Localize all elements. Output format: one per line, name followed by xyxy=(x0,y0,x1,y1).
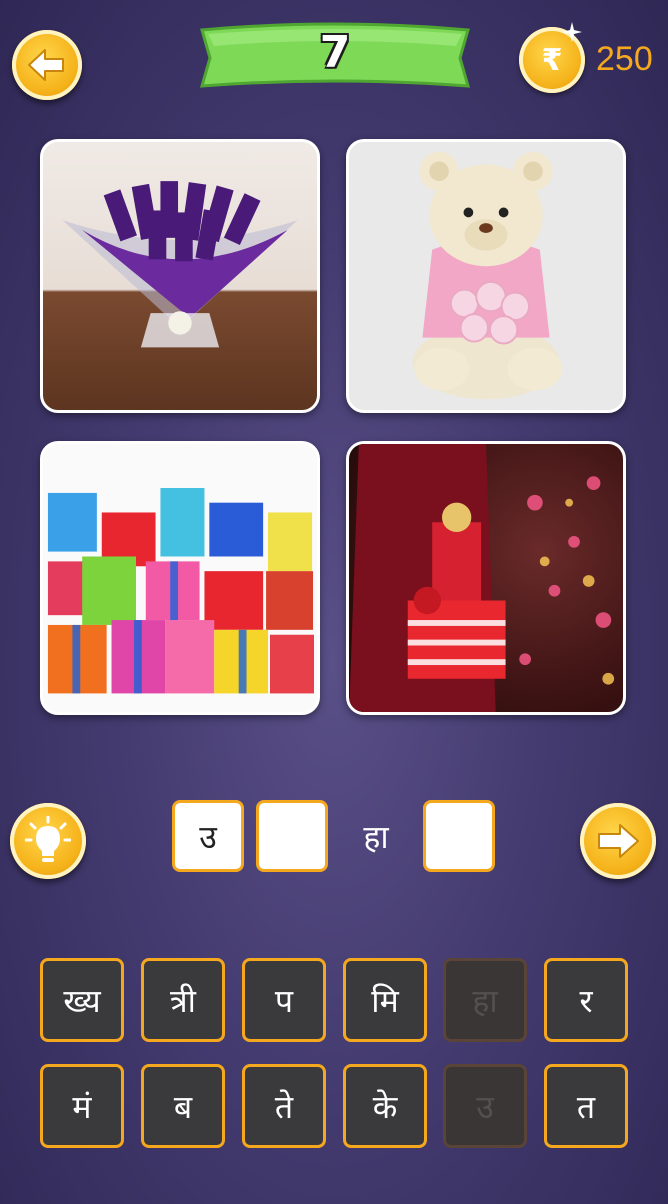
arrow-left-icon xyxy=(28,49,64,81)
letter-key-used: उ xyxy=(443,1064,527,1148)
sparkle-icon xyxy=(562,22,582,42)
letter-key-used: हा xyxy=(443,958,527,1042)
answer-slot-2[interactable] xyxy=(256,800,328,872)
clue-image-teddy-bear xyxy=(346,139,626,413)
letter-key[interactable]: त xyxy=(544,1064,628,1148)
coin-count: 250 xyxy=(596,40,653,78)
level-number: 7 xyxy=(319,26,351,78)
clue-image-woman-with-gifts xyxy=(346,441,626,715)
level-banner: 7 xyxy=(198,22,472,92)
letter-key[interactable]: के xyxy=(343,1064,427,1148)
coin-symbol: ₹ xyxy=(541,42,563,78)
back-button[interactable] xyxy=(12,30,82,100)
letter-key[interactable]: र xyxy=(544,958,628,1042)
letter-key[interactable]: ते xyxy=(242,1064,326,1148)
letter-key[interactable]: ख्य xyxy=(40,958,124,1042)
letter-key[interactable]: प xyxy=(242,958,326,1042)
letter-key[interactable]: त्री xyxy=(141,958,225,1042)
clue-image-gift-boxes xyxy=(40,441,320,715)
next-button[interactable] xyxy=(580,803,656,879)
hint-button[interactable] xyxy=(10,803,86,879)
answer-fixed-letter: हा xyxy=(363,817,389,856)
clue-image-chocolate-bouquet xyxy=(40,139,320,413)
answer-slot-1[interactable]: उ xyxy=(172,800,244,872)
letter-key[interactable]: ब xyxy=(141,1064,225,1148)
letter-key[interactable]: मं xyxy=(40,1064,124,1148)
arrow-right-icon xyxy=(598,824,639,858)
letter-key[interactable]: मि xyxy=(343,958,427,1042)
answer-slot-3[interactable] xyxy=(423,800,495,872)
lightbulb-icon xyxy=(25,816,71,862)
